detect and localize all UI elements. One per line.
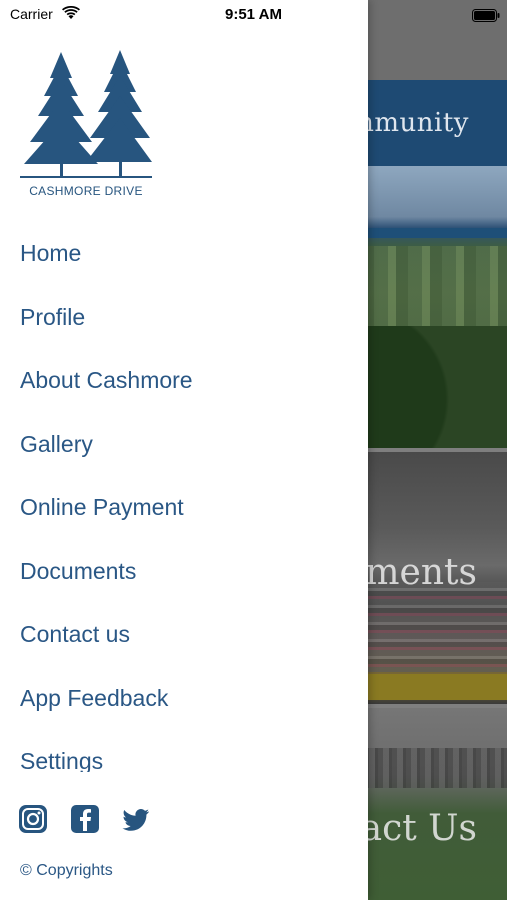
wifi-icon [62,5,80,19]
pine-trees-icon [20,50,152,178]
status-bar: Carrier 9:51 AM [0,0,507,28]
logo-text: CASHMORE DRIVE [29,184,143,198]
menu-item-documents[interactable]: Documents [20,540,350,604]
copyright-text: © Copyrights [20,862,113,879]
menu-item-contact-us[interactable]: Contact us [20,603,350,667]
menu-item-profile[interactable]: Profile [20,286,350,350]
menu-item-gallery[interactable]: Gallery [20,413,350,477]
menu-item-online-payment[interactable]: Online Payment [20,476,350,540]
clock-time: 9:51 AM [225,6,282,23]
instagram-icon[interactable] [18,804,48,834]
menu-item-about-cashmore[interactable]: About Cashmore [20,349,350,413]
menu-item-home[interactable]: Home [20,222,350,286]
social-links [18,804,218,836]
menu-scroll-area[interactable]: Home Profile About Cashmore Gallery Onli… [0,222,368,772]
carrier-label: Carrier [10,6,53,22]
side-drawer: CASHMORE DRIVE Home Profile About Cashmo… [0,0,368,900]
twitter-icon[interactable] [121,804,151,834]
battery-icon [472,7,500,22]
cashmore-logo: CASHMORE DRIVE [20,50,152,200]
menu-item-settings[interactable]: Settings [20,730,350,772]
facebook-icon[interactable] [70,804,100,834]
drawer-menu: Home Profile About Cashmore Gallery Onli… [20,222,350,772]
menu-item-app-feedback[interactable]: App Feedback [20,667,350,731]
